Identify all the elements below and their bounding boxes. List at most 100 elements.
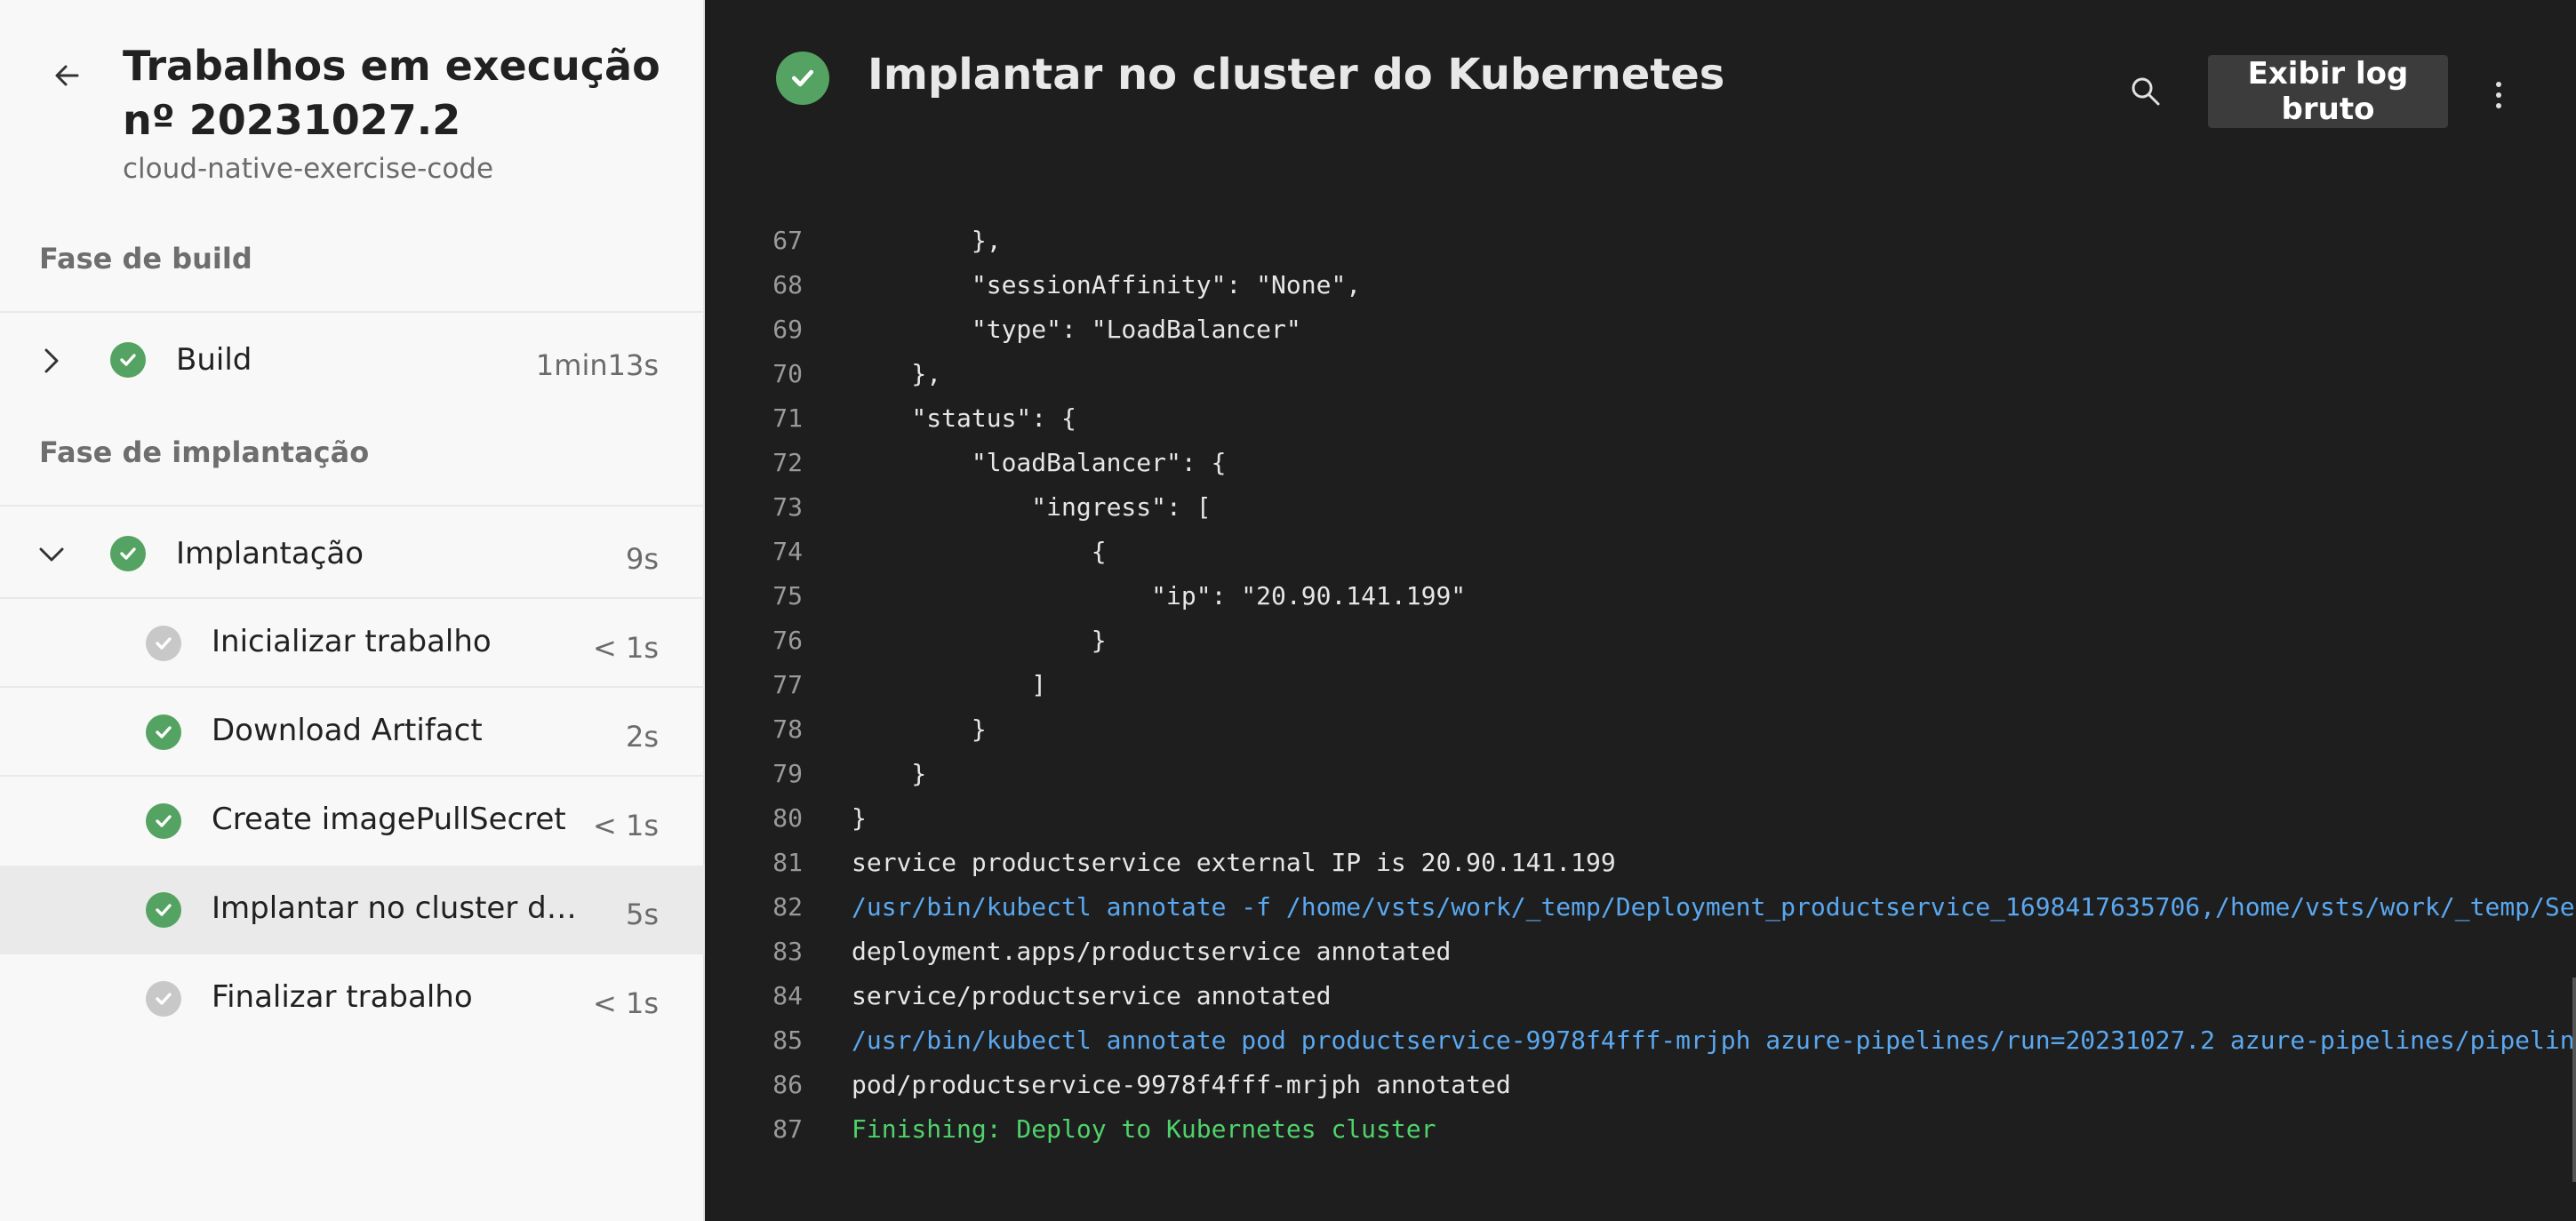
search-button[interactable]	[2125, 71, 2166, 112]
check-circle-icon	[146, 892, 181, 928]
line-number: 71	[772, 403, 803, 433]
line-number: 80	[772, 803, 803, 833]
log-line: 72 "loadBalancer": {	[705, 448, 2576, 492]
log-line: 70 },	[705, 359, 2576, 403]
step-duration: < 1s	[592, 986, 659, 1020]
log-line: 67 },	[705, 226, 2576, 270]
line-text: service/productservice annotated	[852, 981, 1332, 1010]
log-line: 75 "ip": "20.90.141.199"	[705, 581, 2576, 626]
arrow-left-icon	[55, 65, 79, 86]
check-circle-icon	[146, 714, 181, 750]
log-line: 80}	[705, 803, 2576, 848]
line-number: 86	[772, 1070, 803, 1099]
line-number: 74	[772, 537, 803, 566]
check-circle-gray-icon	[146, 626, 181, 661]
line-number: 81	[772, 848, 803, 877]
step-label: Create imagePullSecret	[212, 802, 566, 837]
line-text: },	[852, 226, 1002, 255]
job-duration: 1min13s	[535, 348, 659, 382]
divider	[0, 505, 705, 507]
step-row-create-secret[interactable]: Create imagePullSecret < 1s	[0, 777, 705, 866]
step-row-initialize[interactable]: Inicializar trabalho < 1s	[0, 599, 705, 688]
step-duration: 5s	[625, 898, 659, 931]
back-button[interactable]	[44, 53, 89, 98]
step-duration: < 1s	[592, 631, 659, 665]
check-circle-icon	[146, 803, 181, 839]
line-number: 79	[772, 759, 803, 788]
step-label: Inicializar trabalho	[212, 624, 492, 659]
log-line: 83 deployment.apps/productservice annotat…	[705, 937, 2576, 981]
scrollbar[interactable]	[2572, 978, 2576, 1182]
line-text: {	[852, 537, 1107, 566]
line-text: "type": "LoadBalancer"	[852, 315, 1301, 344]
run-sidebar: Trabalhos em execução nº 20231027.2 clou…	[0, 0, 705, 1221]
check-circle-icon	[110, 536, 146, 571]
stage-header-deploy: Fase de implantação	[39, 435, 370, 469]
line-text: /usr/bin/kubectl annotate -f /home/vsts/…	[852, 892, 2576, 922]
line-number: 77	[772, 670, 803, 699]
line-text: "status": {	[852, 403, 1076, 433]
step-row-download-artifact[interactable]: Download Artifact 2s	[0, 688, 705, 777]
line-number: 67	[772, 226, 803, 255]
line-number: 87	[772, 1114, 803, 1144]
line-number: 82	[772, 892, 803, 922]
job-duration: 9s	[625, 542, 659, 576]
line-number: 84	[772, 981, 803, 1010]
check-circle-icon	[110, 342, 146, 378]
more-vertical-icon[interactable]	[2481, 73, 2516, 117]
log-line: 68 "sessionAffinity": "None",	[705, 270, 2576, 315]
log-line: 77 ]	[705, 670, 2576, 714]
job-label: Build	[176, 342, 252, 378]
log-panel: Implantar no cluster do Kubernetes Exibi…	[705, 0, 2576, 1221]
line-number: 68	[772, 270, 803, 299]
log-line: 85/usr/bin/kubectl annotate pod products…	[705, 1025, 2576, 1070]
step-label: Finalizar trabalho	[212, 979, 473, 1015]
chevron-down-icon[interactable]	[34, 537, 69, 572]
line-text: }	[852, 626, 1107, 655]
step-label: Download Artifact	[212, 713, 483, 748]
step-duration: < 1s	[592, 809, 659, 842]
job-row-deploy[interactable]: Implantação 9s	[0, 510, 705, 597]
check-circle-icon	[776, 52, 829, 105]
divider	[0, 311, 705, 313]
log-line: 69 "type": "LoadBalancer"	[705, 315, 2576, 359]
log-output[interactable]: 67 }, 68 "sessionAffinity": "None", 69 "ty…	[705, 226, 2576, 1194]
run-title: Trabalhos em execução nº 20231027.2	[123, 42, 660, 144]
log-line: 81 service productservice external IP is …	[705, 848, 2576, 892]
line-text: service productservice external IP is 20…	[852, 848, 1616, 877]
line-text: }	[852, 759, 927, 788]
line-text: "loadBalancer": {	[852, 448, 1227, 477]
log-line: 82/usr/bin/kubectl annotate -f /home/vst…	[705, 892, 2576, 937]
step-duration: 2s	[625, 720, 659, 754]
step-label: Implantar no cluster do Kubernetes	[212, 890, 585, 926]
chevron-right-icon[interactable]	[34, 343, 69, 379]
log-line: 74 {	[705, 537, 2576, 581]
line-number: 70	[772, 359, 803, 388]
log-line: 84 service/productservice annotated	[705, 981, 2576, 1025]
log-line: 78 }	[705, 714, 2576, 759]
line-text: "ip": "20.90.141.199"	[852, 581, 1467, 610]
check-circle-gray-icon	[146, 981, 181, 1017]
log-line: 71 "status": {	[705, 403, 2576, 448]
line-number: 78	[772, 714, 803, 744]
log-line: 87 Finishing: Deploy to Kubernetes cluste…	[705, 1114, 2576, 1159]
pipeline-name: cloud-native-exercise-code	[123, 153, 494, 185]
line-number: 76	[772, 626, 803, 655]
line-text: "ingress": [	[852, 492, 1212, 522]
line-number: 72	[772, 448, 803, 477]
line-number: 83	[772, 937, 803, 966]
line-text: deployment.apps/productservice annotated	[852, 937, 1452, 966]
line-text: /usr/bin/kubectl annotate pod productser…	[852, 1025, 2576, 1055]
line-number: 75	[772, 581, 803, 610]
search-icon	[2132, 77, 2160, 106]
log-line: 86 pod/productservice-9978f4fff-mrjph ann…	[705, 1070, 2576, 1114]
step-row-deploy-kubernetes[interactable]: Implantar no cluster do Kubernetes 5s	[0, 866, 705, 954]
job-row-build[interactable]: Build 1min13s	[0, 316, 705, 403]
log-line: 76 }	[705, 626, 2576, 670]
line-number: 69	[772, 315, 803, 344]
step-row-finalize[interactable]: Finalizar trabalho < 1s	[0, 954, 705, 1043]
log-line: 73 "ingress": [	[705, 492, 2576, 537]
line-text: pod/productservice-9978f4fff-mrjph annot…	[852, 1070, 1511, 1099]
view-raw-log-button[interactable]: Exibir log bruto	[2208, 55, 2448, 128]
stage-header-build: Fase de build	[39, 242, 252, 275]
